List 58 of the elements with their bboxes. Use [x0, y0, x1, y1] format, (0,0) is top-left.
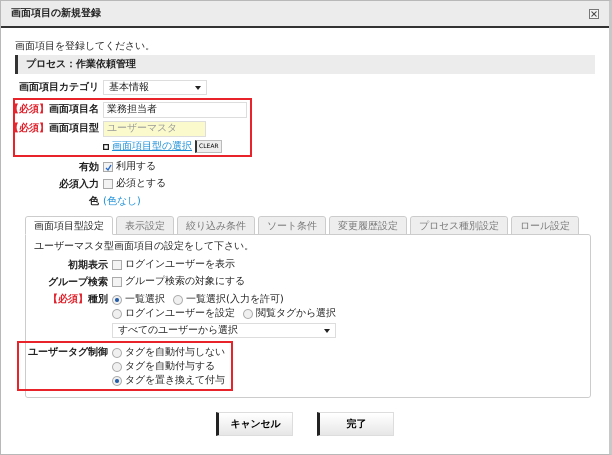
field-label: グループ検索 [48, 277, 108, 289]
checkbox[interactable] [103, 179, 113, 189]
dropdown-caret-icon [195, 86, 201, 90]
square-bullet-icon [103, 144, 109, 150]
close-icon[interactable] [589, 8, 599, 18]
tab[interactable]: 絞り込み条件 [177, 216, 255, 235]
field-label: 種別 [88, 294, 108, 306]
window-title: 画面項目の新規登録 [11, 8, 101, 20]
radio-button[interactable] [173, 295, 183, 305]
field-label: 色 [89, 196, 99, 208]
radio-button[interactable] [112, 376, 122, 386]
checkbox[interactable] [103, 162, 113, 172]
select-type-link[interactable]: 画面項目型の選択 [112, 140, 192, 152]
color-value[interactable]: (色なし) [103, 194, 595, 208]
tab[interactable]: ソート条件 [258, 216, 326, 235]
panel-description: ユーザーマスタ型画面項目の設定をして下さい。 [33, 241, 255, 253]
tab[interactable]: 変更履歴設定 [329, 216, 407, 235]
input-field[interactable]: ユーザーマスタ [103, 121, 206, 137]
radio-button[interactable] [112, 348, 122, 358]
checkbox-label: グループ検索の対象にする [125, 276, 245, 288]
checkbox-label: ログインユーザーを表示 [125, 259, 235, 271]
tab[interactable]: プロセス種別設定 [410, 216, 508, 235]
field-label: 必須入力 [59, 179, 99, 191]
checkbox[interactable] [112, 277, 122, 287]
dropdown-caret-icon [324, 328, 330, 332]
radio-label: タグを自動付与しない [125, 347, 225, 359]
radio-button[interactable] [112, 295, 122, 305]
tab[interactable]: ロール設定 [511, 216, 579, 235]
cancel-button[interactable]: キャンセル [216, 412, 293, 436]
field-label: 画面項目名 [49, 104, 99, 116]
checkbox[interactable] [112, 260, 122, 270]
radio-label: 一覧選択 [125, 294, 165, 306]
intro-text: 画面項目を登録してください。 [15, 41, 156, 53]
radio-label: タグを自動付与する [125, 361, 215, 373]
field-label: ユーザータグ制御 [28, 347, 108, 359]
select-field[interactable]: すべてのユーザーから選択 [112, 323, 336, 338]
section-header: プロセス：作業依頼管理 [15, 55, 595, 74]
radio-label: 閲覧タグから選択 [256, 308, 336, 320]
checkbox-label: 利用する [116, 161, 156, 173]
checkbox-label: 必須とする [116, 178, 166, 190]
radio-label: ログインユーザーを設定 [125, 308, 235, 320]
required-tag: 【必須】 [9, 104, 49, 116]
tab[interactable]: 画面項目型設定 [25, 216, 113, 235]
field-label: 初期表示 [68, 260, 108, 272]
radio-label: 一覧選択(入力を許可) [186, 294, 284, 306]
radio-button[interactable] [112, 309, 122, 319]
select-field[interactable]: 基本情報 [103, 80, 207, 95]
field-label: 画面項目カテゴリ [19, 82, 99, 94]
radio-button[interactable] [112, 362, 122, 372]
field-label: 有効 [79, 162, 99, 174]
required-tag: 【必須】 [9, 123, 49, 135]
field-label: 画面項目型 [49, 123, 99, 135]
required-tag: 【必須】 [48, 294, 88, 306]
radio-button[interactable] [243, 309, 253, 319]
input-field[interactable]: 業務担当者 [103, 102, 247, 118]
tab[interactable]: 表示設定 [116, 216, 174, 235]
radio-label: タグを置き換えて付与 [125, 375, 225, 387]
done-button[interactable]: 完了 [317, 412, 394, 436]
